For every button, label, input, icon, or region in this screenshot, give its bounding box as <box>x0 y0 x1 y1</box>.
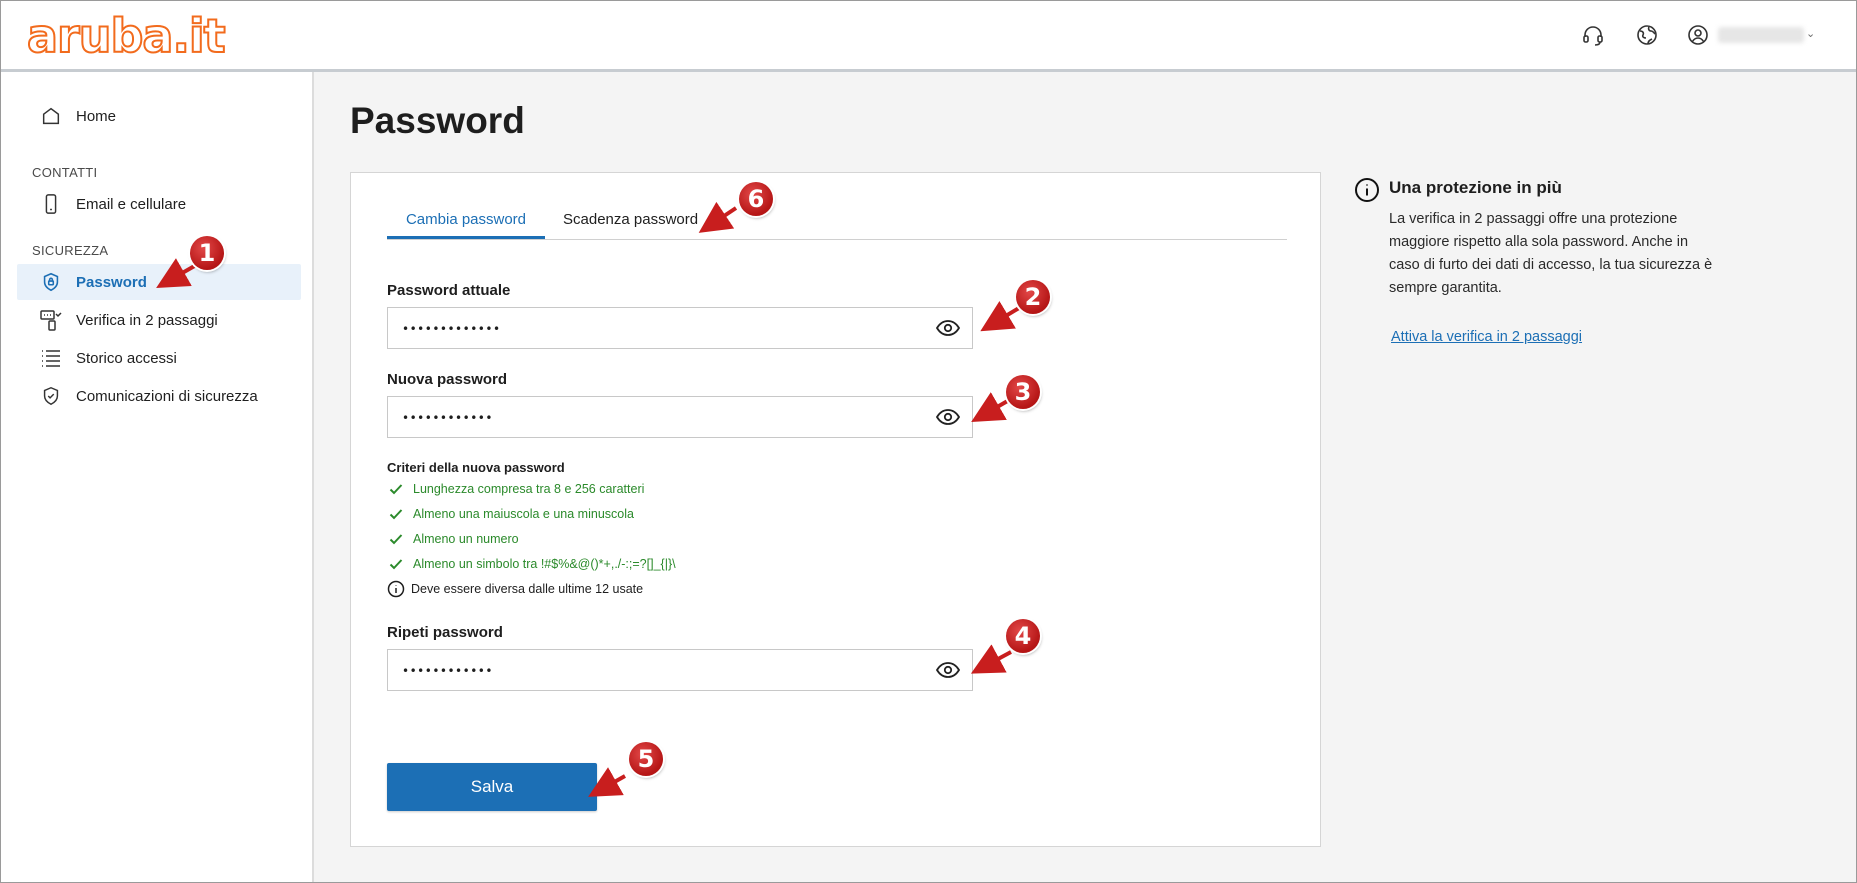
sidebar-item-access-history[interactable]: Storico accessi <box>17 340 301 376</box>
sidebar-item-label: Password <box>76 273 147 291</box>
sidebar-item-label: Comunicazioni di sicurezza <box>76 387 258 405</box>
info-panel-text: La verifica in 2 passaggi offre una prot… <box>1389 211 1713 296</box>
repeat-password-label: Ripeti password <box>387 624 503 641</box>
save-button[interactable]: Salva <box>387 763 597 811</box>
info-panel-title: Una protezione in più <box>1389 178 1562 197</box>
criteria-item: Lunghezza compresa tra 8 e 256 caratteri <box>389 479 644 499</box>
new-password-label: Nuova password <box>387 371 508 388</box>
sidebar-item-label: Email e cellulare <box>76 195 187 213</box>
list-icon <box>39 346 63 370</box>
activate-two-step-link[interactable]: Attiva la verifica in 2 passaggi <box>1391 329 1582 345</box>
check-icon <box>389 509 403 520</box>
annotation-badge-3: 3 <box>1006 375 1040 409</box>
repeat-password-input[interactable] <box>400 650 924 692</box>
section-label-contacts: CONTATTI <box>32 165 98 180</box>
sidebar-item-label: Home <box>76 107 117 125</box>
top-bar: aruba.it ⌄ <box>0 0 1857 72</box>
current-password-input[interactable] <box>400 308 924 350</box>
shield-lock-icon <box>39 270 63 294</box>
sidebar-item-two-step[interactable]: Verifica in 2 passaggi <box>17 302 301 338</box>
section-label-security: SICUREZZA <box>32 243 109 258</box>
new-password-field <box>387 396 973 439</box>
eye-icon[interactable] <box>936 660 960 680</box>
two-step-icon <box>39 308 63 332</box>
sidebar-item-email-phone[interactable]: Email e cellulare <box>17 186 301 222</box>
repeat-password-field <box>387 649 973 692</box>
headset-icon[interactable] <box>1581 23 1605 47</box>
tab-password-expiry[interactable]: Scadenza password <box>563 203 698 239</box>
sidebar: Home CONTATTI Email e cellulare SICUREZZ… <box>0 72 314 883</box>
shield-check-icon <box>39 384 63 408</box>
new-password-input[interactable] <box>400 397 924 439</box>
criteria-title: Criteri della nuova password <box>387 460 565 475</box>
tab-bar: Cambia password Scadenza password <box>387 203 1287 240</box>
phone-icon <box>39 192 63 216</box>
help-globe-icon[interactable] <box>1635 23 1659 47</box>
user-name-blurred[interactable] <box>1718 27 1804 43</box>
chevron-down-icon[interactable]: ⌄ <box>1806 27 1815 40</box>
sidebar-item-home[interactable]: Home <box>17 98 301 134</box>
page-title: Password <box>350 100 525 141</box>
user-circle-icon[interactable] <box>1686 23 1710 47</box>
info-icon <box>1355 178 1379 202</box>
password-card: Cambia password Scadenza password Passwo… <box>350 172 1321 847</box>
check-icon <box>389 559 403 570</box>
annotation-badge-6: 6 <box>739 182 773 216</box>
criteria-item: Almeno un simbolo tra !#$%&@()*+,./-:;=?… <box>389 554 676 574</box>
eye-icon[interactable] <box>936 318 960 338</box>
annotation-badge-5: 5 <box>629 742 663 776</box>
criteria-item: Almeno un numero <box>389 529 519 549</box>
info-icon <box>387 580 405 598</box>
criteria-item: Almeno una maiuscola e una minuscola <box>389 504 634 524</box>
aruba-logo[interactable]: aruba.it <box>26 8 227 64</box>
sidebar-item-password[interactable]: Password <box>17 264 301 300</box>
annotation-badge-4: 4 <box>1006 619 1040 653</box>
current-password-label: Password attuale <box>387 282 511 299</box>
check-icon <box>389 534 403 545</box>
annotation-badge-2: 2 <box>1016 280 1050 314</box>
tab-change-password[interactable]: Cambia password <box>387 203 545 239</box>
sidebar-item-security-comms[interactable]: Comunicazioni di sicurezza <box>17 378 301 414</box>
criteria-info: Deve essere diversa dalle ultime 12 usat… <box>387 579 643 599</box>
sidebar-item-label: Verifica in 2 passaggi <box>76 311 218 329</box>
annotation-badge-1: 1 <box>190 236 224 270</box>
home-icon <box>39 104 63 128</box>
check-icon <box>389 484 403 495</box>
current-password-field <box>387 307 973 350</box>
eye-icon[interactable] <box>936 407 960 427</box>
sidebar-item-label: Storico accessi <box>76 349 177 367</box>
